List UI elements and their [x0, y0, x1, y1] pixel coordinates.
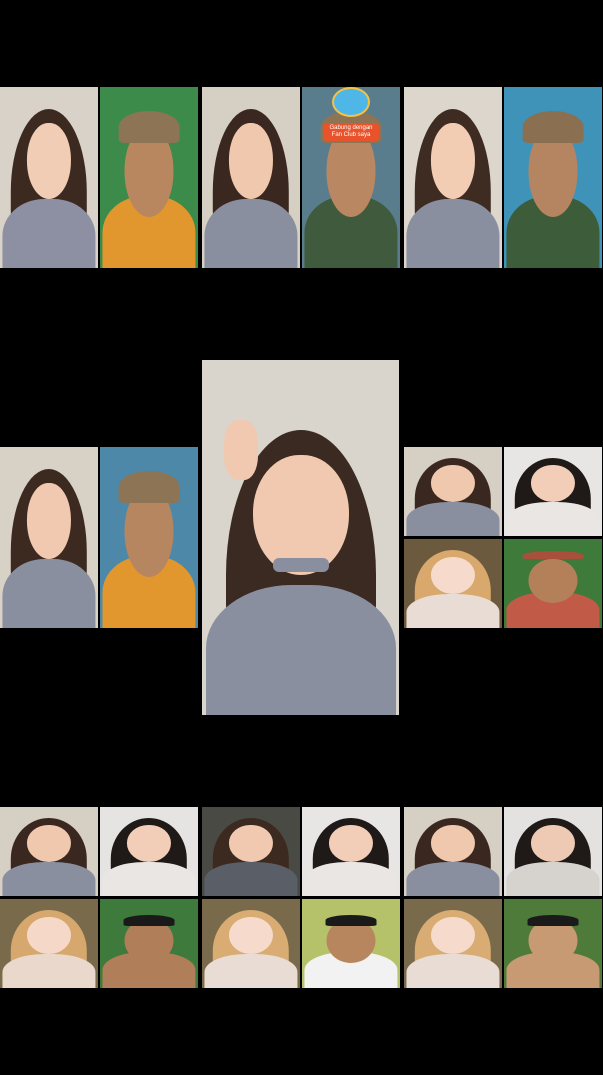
participant-feed[interactable]: [202, 87, 300, 268]
feed-outfit: [2, 862, 96, 896]
cap-icon: [118, 110, 180, 144]
feed-face: [26, 123, 72, 200]
feed-face: [528, 558, 578, 604]
participant-feed[interactable]: [0, 87, 98, 268]
headband-icon: [522, 550, 584, 560]
feed-outfit: [406, 954, 500, 988]
participant-feed[interactable]: [302, 807, 400, 896]
participant-feed[interactable]: [504, 447, 602, 536]
center-feed-outfit: [205, 585, 396, 715]
mascot-icon[interactable]: [332, 87, 370, 117]
feed-face: [26, 483, 72, 560]
center-feed-face: [252, 455, 349, 575]
top-center-duet-tile[interactable]: Gabung dengan Fan Club saya: [202, 87, 400, 268]
participant-feed[interactable]: [100, 807, 198, 896]
participant-feed[interactable]: [100, 899, 198, 988]
participant-feed[interactable]: [302, 899, 400, 988]
bottom-left-quad-tile[interactable]: [0, 807, 198, 988]
bottom-center-quad-tile[interactable]: [202, 807, 400, 988]
feed-outfit: [406, 502, 500, 536]
feed-hair: [527, 915, 579, 926]
center-feed-choker: [272, 558, 329, 572]
feed-face: [228, 123, 274, 200]
feed-outfit: [406, 594, 500, 628]
feed-face: [430, 123, 476, 200]
feed-outfit: [2, 954, 96, 988]
bottom-right-quad-tile[interactable]: [404, 807, 602, 988]
participant-feed[interactable]: [100, 87, 198, 268]
participant-feed[interactable]: [504, 807, 602, 896]
feed-outfit: [506, 862, 600, 896]
feed-outfit: [204, 954, 298, 988]
center-feed-hand: [224, 420, 258, 480]
top-right-duet-tile[interactable]: [404, 87, 602, 268]
feed-outfit: [406, 199, 500, 268]
center-live-feed[interactable]: [202, 360, 399, 715]
participant-feed[interactable]: [504, 87, 602, 268]
fan-club-badge[interactable]: Gabung dengan Fan Club saya: [323, 123, 379, 141]
cap-icon: [118, 470, 180, 504]
feed-outfit: [506, 502, 600, 536]
participant-feed[interactable]: [404, 899, 502, 988]
feed-outfit: [406, 862, 500, 896]
feed-outfit: [204, 199, 298, 268]
feed-outfit: [204, 862, 298, 896]
feed-hair: [325, 915, 377, 926]
participant-feed[interactable]: [0, 447, 98, 628]
participant-feed[interactable]: [504, 539, 602, 628]
feed-outfit: [102, 862, 196, 896]
mid-right-quad-tile[interactable]: [404, 447, 602, 628]
participant-feed[interactable]: [100, 447, 198, 628]
participant-feed[interactable]: [202, 807, 300, 896]
participant-feed[interactable]: [404, 447, 502, 536]
participant-feed[interactable]: [404, 87, 502, 268]
top-left-duet-tile[interactable]: [0, 87, 198, 268]
mid-left-duet-tile[interactable]: [0, 447, 198, 628]
feed-outfit: [2, 559, 96, 628]
feed-outfit: [2, 199, 96, 268]
participant-feed[interactable]: [0, 899, 98, 988]
participant-feed[interactable]: [504, 899, 602, 988]
feed-hair: [123, 915, 175, 926]
participant-feed[interactable]: [404, 807, 502, 896]
participant-feed[interactable]: [0, 807, 98, 896]
participant-feed[interactable]: [202, 899, 300, 988]
participant-feed[interactable]: [404, 539, 502, 628]
cap-icon: [522, 110, 584, 144]
feed-outfit: [304, 862, 398, 896]
